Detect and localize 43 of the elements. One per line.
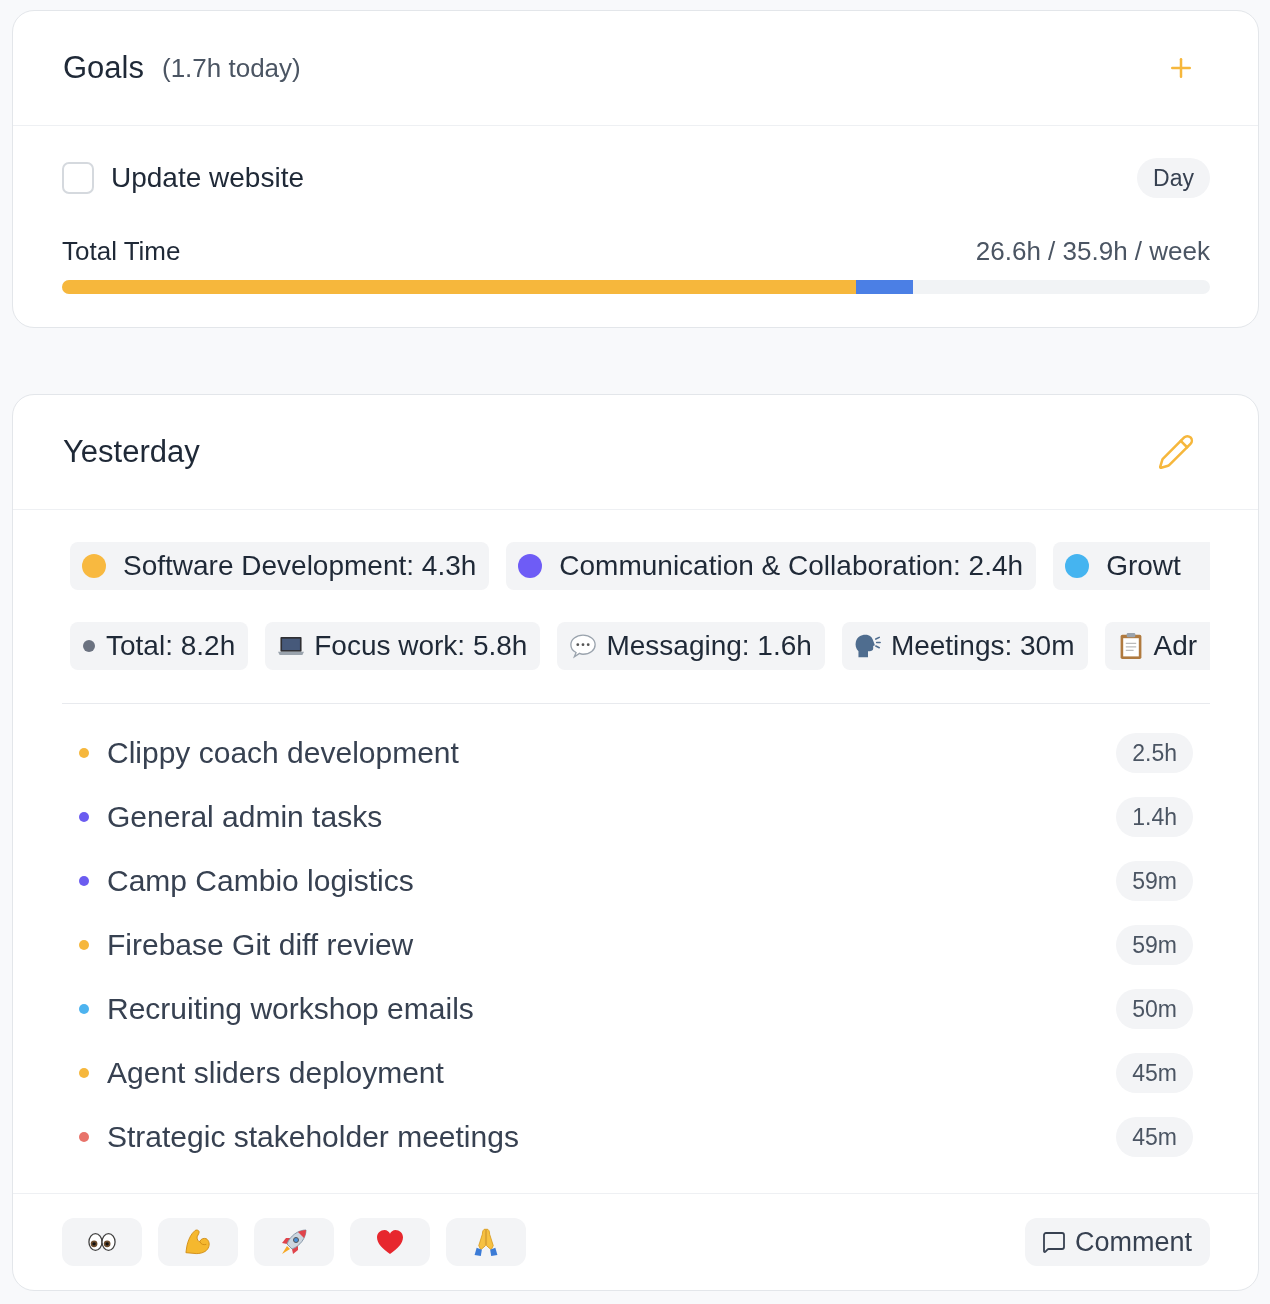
total-time-label: Total Time <box>62 235 181 267</box>
duration-badge: 59m <box>1116 861 1193 901</box>
stat-label: Meetings: 30m <box>890 629 1075 663</box>
total-time-reading: 26.6h / 35.9h / week <box>975 235 1210 267</box>
task-name: Firebase Git diff review <box>107 927 414 963</box>
reaction-button[interactable] <box>62 1218 142 1266</box>
category-label: Software Development: 4.3h <box>123 549 477 583</box>
stat-label: Focus work: 5.8h <box>314 629 528 663</box>
reaction-button[interactable] <box>350 1218 430 1266</box>
reaction-button[interactable] <box>254 1218 334 1266</box>
task-name: Recruiting workshop emails <box>107 991 474 1027</box>
card-title: Goals <box>63 50 144 86</box>
stat-label: Total: 8.2h <box>106 629 236 663</box>
card-title: Yesterday <box>63 434 200 470</box>
goal-name: Update website <box>111 161 304 195</box>
category-label: Growt <box>1106 549 1181 583</box>
duration-badge: 1.4h <box>1116 797 1193 837</box>
rocket-icon <box>281 1229 307 1255</box>
goal-checkbox[interactable] <box>62 162 94 194</box>
comment-icon <box>1041 1230 1066 1254</box>
dot-icon <box>83 640 95 652</box>
task-name: Clippy coach development <box>107 735 459 771</box>
stat-label: Messaging: 1.6h <box>606 629 812 663</box>
duration-badge: 50m <box>1116 989 1193 1029</box>
speaking-head-icon <box>854 633 881 659</box>
stat-label: Adr <box>1153 629 1198 663</box>
category-label: Communication & Collaboration: 2.4h <box>559 549 1024 583</box>
duration-badge: 2.5h <box>1116 733 1193 773</box>
speech-bubble-icon <box>570 633 597 659</box>
task-name: Agent sliders deployment <box>107 1055 444 1091</box>
comment-button[interactable]: Comment <box>1024 1218 1210 1266</box>
task-name: Strategic stakeholder meetings <box>107 1119 519 1155</box>
task-name: General admin tasks <box>107 799 383 835</box>
period-badge: Day <box>1137 158 1210 198</box>
flexed-arm-icon <box>185 1229 211 1255</box>
today-hours: (1.7h today) <box>162 52 301 84</box>
folded-hands-icon <box>472 1228 500 1256</box>
heart-icon <box>377 1229 403 1255</box>
pencil-icon[interactable] <box>1157 433 1195 471</box>
task-name: Camp Cambio logistics <box>107 863 414 899</box>
duration-badge: 59m <box>1116 925 1193 965</box>
duration-badge: 45m <box>1116 1117 1193 1157</box>
duration-badge: 45m <box>1116 1053 1193 1093</box>
